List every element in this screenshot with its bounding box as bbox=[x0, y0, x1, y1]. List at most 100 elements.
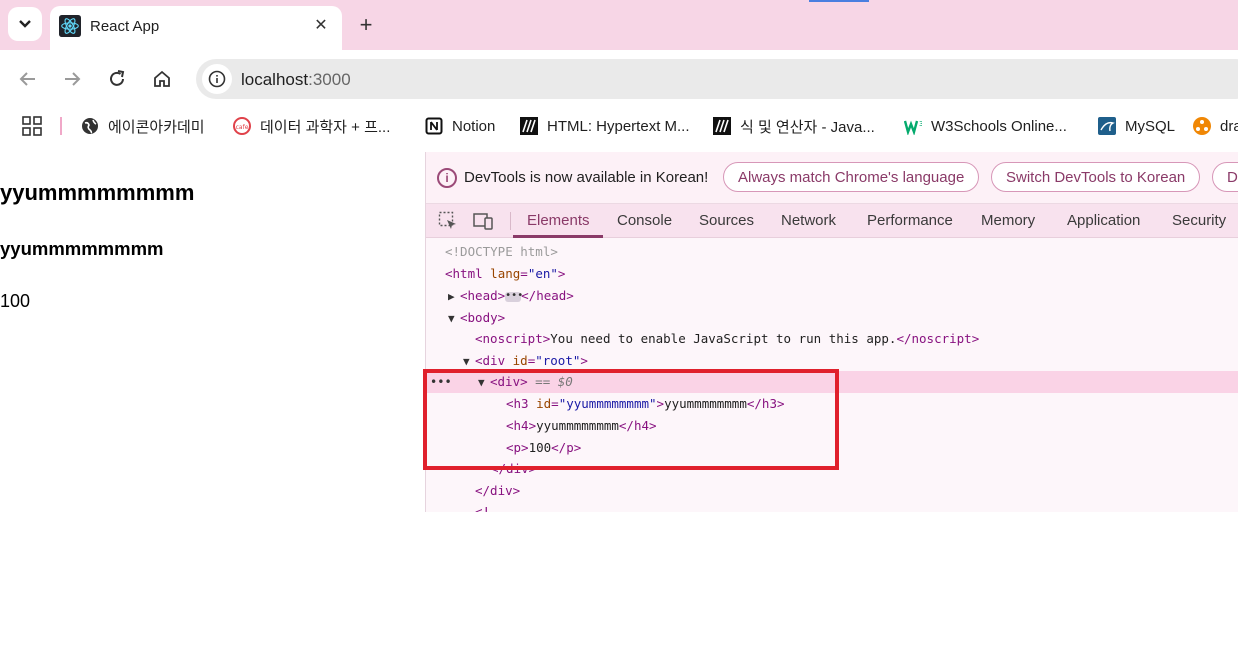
bookmark-item[interactable]: MySQL bbox=[1098, 115, 1175, 137]
dom-node-head[interactable]: ▶ <head>•••</head> bbox=[426, 285, 1238, 307]
tab-security[interactable]: Security bbox=[1172, 212, 1226, 229]
tab-performance[interactable]: Performance bbox=[867, 212, 953, 229]
bookmark-label: 데이터 과학자 + 프... bbox=[260, 118, 391, 136]
tag-name: <div> bbox=[490, 374, 528, 389]
dont-show-again-button[interactable]: D bbox=[1212, 162, 1238, 192]
bookmark-item[interactable]: 에이콘아카데미 bbox=[81, 115, 205, 137]
reload-icon bbox=[110, 70, 125, 86]
expand-triangle-icon[interactable]: ▶ bbox=[448, 286, 460, 308]
url-port: :3000 bbox=[308, 70, 351, 89]
browser-toolbar: localhost:3000 bbox=[0, 50, 1238, 108]
tab-elements[interactable]: Elements bbox=[527, 212, 590, 229]
w3schools-icon: 3 bbox=[904, 120, 922, 135]
tab-application[interactable]: Application bbox=[1067, 212, 1140, 229]
info-icon bbox=[208, 70, 226, 88]
dom-node-root-close[interactable]: </div> bbox=[426, 480, 1238, 502]
bookmark-item[interactable]: cafe 데이터 과학자 + 프... bbox=[233, 115, 390, 137]
more-options-icon[interactable]: ••• bbox=[430, 371, 452, 393]
new-tab-button[interactable]: + bbox=[353, 12, 379, 38]
collapse-triangle-icon[interactable]: ▼ bbox=[478, 372, 490, 394]
site-info-button[interactable] bbox=[202, 64, 232, 94]
arrow-left-icon bbox=[19, 72, 35, 86]
dom-node-p[interactable]: <p>100</p> bbox=[426, 437, 1238, 459]
collapse-triangle-icon[interactable]: ▼ bbox=[448, 308, 460, 330]
tab-sources[interactable]: Sources bbox=[699, 212, 754, 229]
react-icon bbox=[59, 15, 81, 37]
tab-console[interactable]: Console bbox=[617, 212, 672, 229]
dom-node-h3[interactable]: <h3 id="yyummmmmmmm">yyummmmmmmm</h3> bbox=[426, 393, 1238, 415]
node-text: yyummmmmmmm bbox=[536, 418, 619, 433]
always-match-language-button[interactable]: Always match Chrome's language bbox=[723, 162, 980, 192]
bookmark-label: 식 및 연산자 - Java... bbox=[740, 118, 875, 136]
reload-button[interactable] bbox=[102, 64, 132, 94]
tab-search-button[interactable] bbox=[8, 7, 42, 41]
node-text: yyummmmmmmm bbox=[664, 396, 747, 411]
bookmark-item[interactable]: Notion bbox=[425, 115, 495, 137]
home-icon bbox=[154, 70, 170, 87]
url-text: localhost:3000 bbox=[241, 70, 351, 90]
attr-name: id bbox=[512, 353, 528, 368]
dom-tree: <!DOCTYPE html> <html lang="en"> ▶ <head>… bbox=[426, 238, 1238, 512]
close-icon[interactable]: ✕ bbox=[310, 14, 332, 36]
tab-strip: React App ✕ + bbox=[0, 0, 1238, 50]
tag-name: <noscript> bbox=[475, 331, 551, 346]
dom-node-selected-div[interactable]: ••• ▼ <div> == $0 bbox=[426, 371, 1238, 393]
apps-button[interactable] bbox=[22, 115, 42, 137]
dom-node-h4[interactable]: <h4>yyummmmmmmm</h4> bbox=[426, 415, 1238, 437]
bookmarks-bar: 에이콘아카데미 cafe 데이터 과학자 + 프... Notion HTML:… bbox=[0, 108, 1238, 144]
notion-icon bbox=[425, 117, 443, 135]
tag-name: </div> bbox=[491, 461, 537, 476]
tag-name: <p> bbox=[506, 440, 529, 455]
bookmark-item[interactable]: 식 및 연산자 - Java... bbox=[713, 115, 875, 137]
bookmark-item[interactable]: dra bbox=[1193, 115, 1238, 137]
bookmark-item[interactable]: HTML: Hypertext M... bbox=[520, 115, 690, 137]
back-button[interactable] bbox=[13, 64, 43, 94]
globe-icon bbox=[82, 118, 98, 134]
svg-text:3: 3 bbox=[919, 120, 922, 128]
chevron-down-icon bbox=[19, 20, 31, 28]
dom-node-doctype[interactable]: <!DOCTYPE html> bbox=[426, 241, 1238, 263]
node-text: You need to enable JavaScript to run thi… bbox=[550, 331, 897, 346]
dom-node-comment[interactable]: <!-- bbox=[426, 501, 1238, 512]
home-button[interactable] bbox=[147, 64, 177, 94]
infobar-message: DevTools is now available in Korean! bbox=[464, 169, 709, 186]
mysql-icon bbox=[1098, 117, 1116, 135]
attr-value: "yyummmmmmmm" bbox=[558, 396, 657, 411]
tab-title: React App bbox=[90, 18, 160, 35]
attr-value: "root" bbox=[535, 353, 581, 368]
device-toggle-icon[interactable] bbox=[473, 211, 493, 231]
devtools-tab-bar: Elements Console Sources Network Perform… bbox=[426, 204, 1238, 238]
tag-name: <div bbox=[475, 353, 506, 368]
browser-tab[interactable]: React App ✕ bbox=[50, 6, 342, 50]
element-picker-icon[interactable] bbox=[438, 211, 458, 231]
svg-text:cafe: cafe bbox=[236, 124, 249, 131]
tab-memory[interactable]: Memory bbox=[981, 212, 1035, 229]
forward-button[interactable] bbox=[57, 64, 87, 94]
ellipsis-icon[interactable]: ••• bbox=[505, 290, 523, 302]
dom-node-html[interactable]: <html lang="en"> bbox=[426, 263, 1238, 285]
tag-name: </p> bbox=[551, 440, 582, 455]
bookmark-label: MySQL bbox=[1125, 117, 1176, 135]
cafe-icon: cafe bbox=[233, 117, 251, 135]
apps-grid-icon bbox=[22, 116, 42, 136]
tab-network[interactable]: Network bbox=[781, 212, 836, 229]
tag-name: <body> bbox=[460, 310, 506, 325]
tag-name: <head> bbox=[460, 288, 506, 303]
dom-node-div-close[interactable]: </div> bbox=[426, 458, 1238, 480]
dom-node-root-div[interactable]: ▼ <div id="root"> bbox=[426, 350, 1238, 372]
page-paragraph: 100 bbox=[0, 291, 31, 311]
dom-node-body[interactable]: ▼ <body> bbox=[426, 307, 1238, 329]
tag-name: </div> bbox=[475, 483, 521, 498]
bookmark-label: dra bbox=[1220, 117, 1238, 135]
dom-node-noscript[interactable]: <noscript>You need to enable JavaScript … bbox=[426, 328, 1238, 350]
info-icon: i bbox=[437, 168, 457, 188]
doctype-text: <!DOCTYPE html> bbox=[445, 244, 558, 259]
bookmark-label: 에이콘아카데미 bbox=[108, 118, 205, 136]
bookmark-item[interactable]: 3 W3Schools Online... bbox=[904, 115, 1067, 137]
address-bar[interactable]: localhost:3000 bbox=[196, 59, 1238, 99]
tag-name: </head> bbox=[521, 288, 574, 303]
tag-name: <html bbox=[445, 266, 483, 281]
collapse-triangle-icon[interactable]: ▼ bbox=[463, 351, 475, 373]
tag-name: </h3> bbox=[746, 396, 785, 411]
switch-to-korean-button[interactable]: Switch DevTools to Korean bbox=[991, 162, 1201, 192]
